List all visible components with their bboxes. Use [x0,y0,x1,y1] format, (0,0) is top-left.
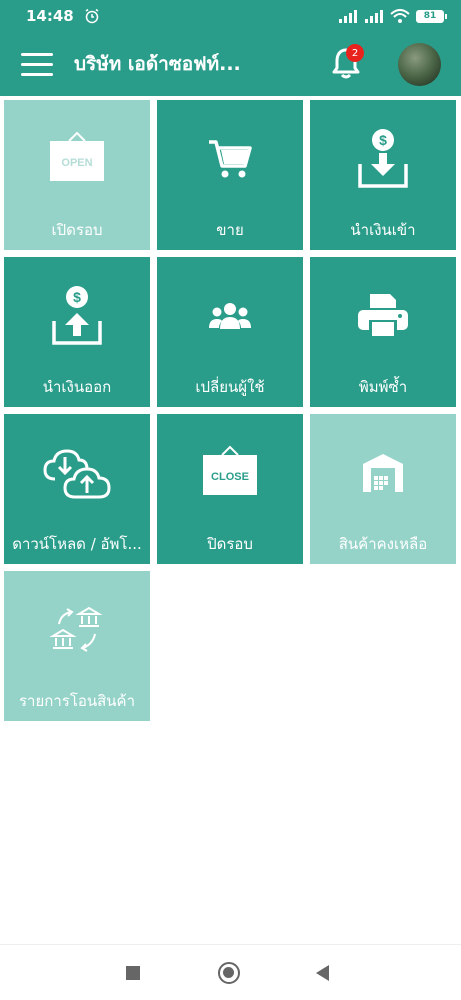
battery-level: 81 [416,9,444,23]
menu-button[interactable] [0,32,74,96]
tile-label: พิมพ์ซ้ำ [358,378,408,396]
back-button[interactable] [316,965,329,981]
tile-label: เปิดรอบ [51,221,103,239]
svg-text:CLOSE: CLOSE [211,471,249,483]
svg-text:$: $ [73,289,81,305]
app-bar: บริษัท เอด้าซอฟท์... 2 [0,32,461,96]
tile-label: รายการโอนสินค้า [18,692,135,710]
alarm-icon [85,8,99,24]
recents-button[interactable] [126,966,140,980]
hamburger-icon [21,52,53,56]
tile-stock-balance[interactable]: สินค้าคงเหลือ [310,414,456,564]
status-time: 14:48 [26,7,74,25]
wifi-icon [390,9,410,23]
svg-text:OPEN: OPEN [61,157,92,169]
tile-money-out[interactable]: $ นำเงินออก [4,257,150,407]
cart-icon [209,140,252,178]
tile-label: นำเงินเข้า [350,221,416,239]
tile-change-user[interactable]: เปลี่ยนผู้ใช้ [157,257,303,407]
tile-open-shift[interactable]: OPEN เปิดรอบ [4,100,150,250]
cloud-sync-icon [43,449,111,499]
signal-icon-2 [365,10,383,23]
notification-button[interactable]: 2 [326,44,366,84]
tile-label: ดาวน์โหลด / อัพโ... [12,535,142,553]
tile-label: ขาย [216,221,244,239]
tile-label: ปิดรอบ [207,535,253,553]
printer-icon [358,294,408,338]
app-screen: 14:48 81 บริษัท เอด้าซอฟท์... 2 OPEN เปิ… [0,0,461,1000]
battery-icon: 81 [416,9,447,23]
app-title: บริษัท เอด้าซอฟท์... [74,53,241,75]
tile-transfer-list[interactable]: รายการโอนสินค้า [4,571,150,721]
tile-sell[interactable]: ขาย [157,100,303,250]
tile-money-in[interactable]: $ นำเงินเข้า [310,100,456,250]
notification-badge: 2 [346,44,364,62]
users-icon [209,303,251,329]
tile-label: เปลี่ยนผู้ใช้ [195,378,265,396]
home-button[interactable] [218,962,240,984]
close-sign-icon: CLOSE [203,445,257,495]
money-in-icon: $ [358,129,408,188]
tile-reprint[interactable]: พิมพ์ซ้ำ [310,257,456,407]
system-nav-bar [0,944,461,1000]
tile-close-shift[interactable]: CLOSE ปิดรอบ [157,414,303,564]
warehouse-icon [363,454,403,492]
open-sign-icon: OPEN [50,131,104,181]
money-out-icon: $ [52,286,102,345]
svg-text:$: $ [379,132,387,148]
bank-transfer-icon [49,606,103,652]
signal-icon [339,10,357,23]
tile-label: สินค้าคงเหลือ [338,535,428,553]
status-bar: 14:48 81 [0,0,461,32]
tile-download-upload[interactable]: ดาวน์โหลด / อัพโ... [4,414,150,564]
tile-label: นำเงินออก [42,378,112,396]
avatar[interactable] [398,43,441,86]
